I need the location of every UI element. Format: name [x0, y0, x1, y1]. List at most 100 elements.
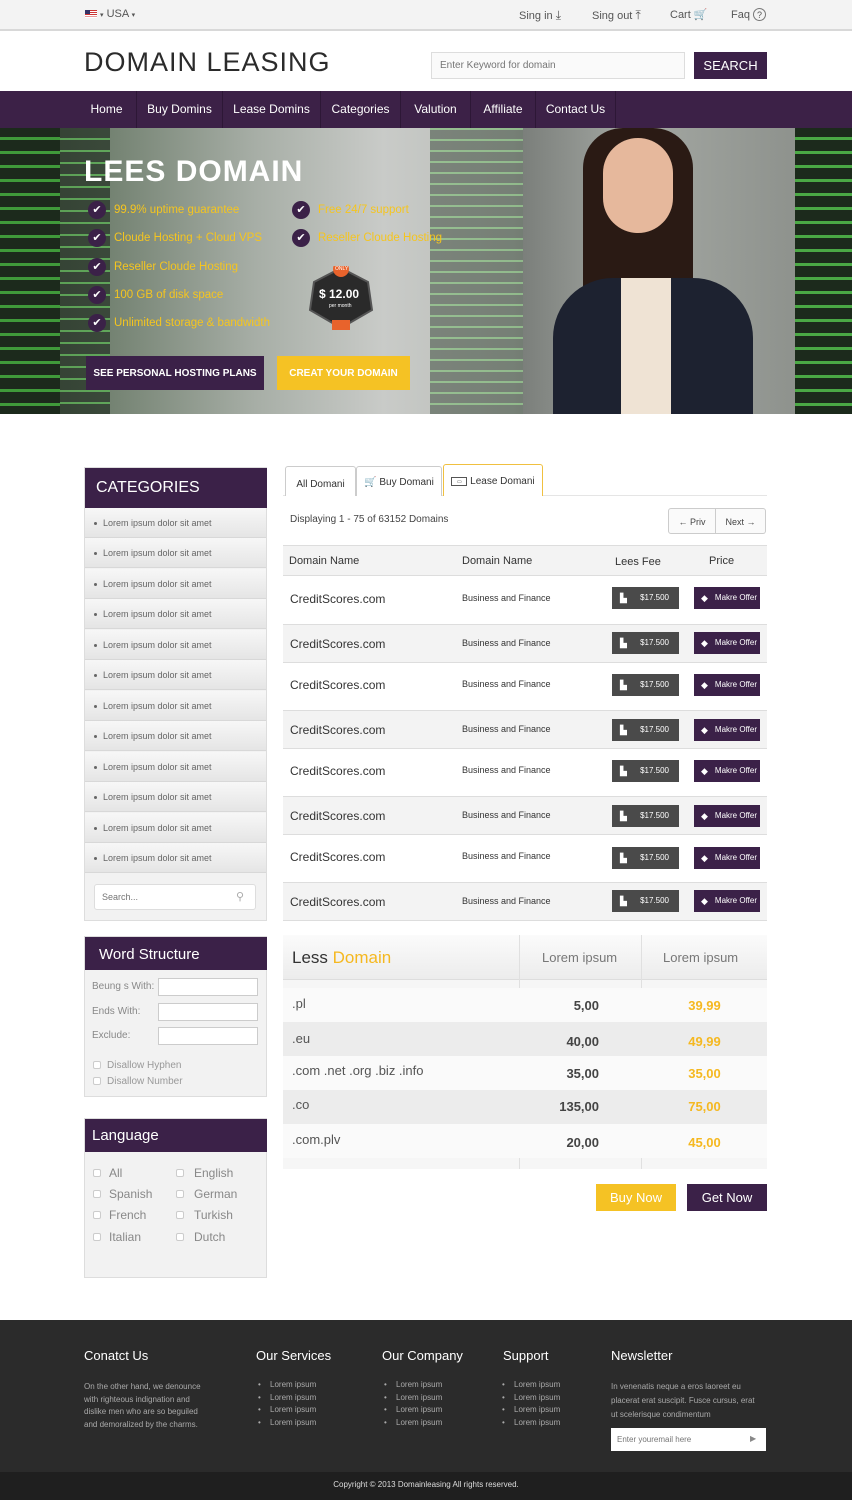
make-offer-button[interactable]: ◆ Makre Offer: [694, 587, 760, 609]
make-offer-button[interactable]: ◆ Makre Offer: [694, 674, 760, 696]
footer-link[interactable]: Lorem ipsum: [500, 1380, 560, 1389]
sign-in-link[interactable]: Sing in ⤓: [519, 8, 561, 23]
footer-link[interactable]: Lorem ipsum: [382, 1393, 442, 1402]
category-item[interactable]: Lorem ipsum dolor sit amet: [85, 569, 266, 599]
lang-checkbox-italian[interactable]: [93, 1233, 101, 1241]
disallow-number-checkbox[interactable]: [93, 1077, 101, 1085]
category-item[interactable]: Lorem ipsum dolor sit amet: [85, 508, 266, 538]
lease-fee-button[interactable]: ▙ $17.500: [612, 760, 679, 782]
tab-lease-domains[interactable]: ▭ Lease Domani: [443, 464, 543, 496]
domain-name[interactable]: CreditScores.com: [290, 592, 385, 606]
footer-link[interactable]: Lorem ipsum: [382, 1418, 442, 1427]
category-search-input[interactable]: [94, 884, 256, 910]
lease-fee-button[interactable]: ▙ $17.500: [612, 890, 679, 912]
nav-lease-domains[interactable]: Lease Domins: [223, 91, 321, 128]
lang-checkbox-turkish[interactable]: [176, 1211, 184, 1219]
nav-contact-us[interactable]: Contact Us: [536, 91, 616, 128]
ends-with-input[interactable]: [158, 1003, 258, 1021]
disallow-hyphen-checkbox[interactable]: [93, 1061, 101, 1069]
lease-fee-button[interactable]: ▙ $17.500: [612, 632, 679, 654]
lease-fee-button[interactable]: ▙ $17.500: [612, 847, 679, 869]
sign-out-link[interactable]: Sing out ⤒: [592, 8, 641, 23]
prev-button[interactable]: ← Priv: [668, 508, 716, 534]
lease-fee-button[interactable]: ▙ $17.500: [612, 719, 679, 741]
category-item[interactable]: Lorem ipsum dolor sit amet: [85, 752, 266, 782]
server-icon: ▙: [620, 638, 627, 648]
lease-fee-button[interactable]: ▙ $17.500: [612, 587, 679, 609]
footer-link[interactable]: Lorem ipsum: [382, 1405, 442, 1414]
submit-arrow-icon[interactable]: ▶: [750, 1434, 756, 1443]
search-button[interactable]: SEARCH: [694, 52, 767, 79]
lease-fee-button[interactable]: ▙ $17.500: [612, 674, 679, 696]
nav-home[interactable]: Home: [77, 91, 137, 128]
lang-checkbox-dutch[interactable]: [176, 1233, 184, 1241]
lang-checkbox-all[interactable]: [93, 1169, 101, 1177]
make-offer-button[interactable]: ◆ Makre Offer: [694, 719, 760, 741]
domain-name[interactable]: CreditScores.com: [290, 678, 385, 692]
nav-buy-domains[interactable]: Buy Domins: [137, 91, 223, 128]
category-item[interactable]: Lorem ipsum dolor sit amet: [85, 721, 266, 751]
price-value: 40,00: [566, 1034, 599, 1049]
category-item[interactable]: Lorem ipsum dolor sit amet: [85, 843, 266, 873]
next-button[interactable]: Next →: [716, 508, 766, 534]
see-hosting-plans-button[interactable]: SEE PERSONAL HOSTING PLANS: [86, 356, 264, 390]
domain-name[interactable]: CreditScores.com: [290, 637, 385, 651]
lease-icon: ▭: [451, 476, 468, 486]
buy-now-button[interactable]: Buy Now: [596, 1184, 676, 1211]
footer-link[interactable]: Lorem ipsum: [256, 1418, 316, 1427]
category-item[interactable]: Lorem ipsum dolor sit amet: [85, 813, 266, 843]
lang-label: Spanish: [109, 1187, 153, 1201]
make-offer-button[interactable]: ◆ Makre Offer: [694, 847, 760, 869]
tag-icon: ◆: [701, 896, 708, 906]
site-logo[interactable]: DOMAIN LEASING: [84, 47, 331, 78]
create-domain-button[interactable]: CREAT YOUR DOMAIN: [277, 356, 410, 390]
make-offer-button[interactable]: ◆ Makre Offer: [694, 632, 760, 654]
tab-all-domains[interactable]: All Domani: [285, 466, 356, 496]
footer-link[interactable]: Lorem ipsum: [500, 1405, 560, 1414]
category-item[interactable]: Lorem ipsum dolor sit amet: [85, 782, 266, 812]
begins-with-input[interactable]: [158, 978, 258, 996]
domain-name[interactable]: CreditScores.com: [290, 895, 385, 909]
footer-link[interactable]: Lorem ipsum: [500, 1393, 560, 1402]
lang-checkbox-french[interactable]: [93, 1211, 101, 1219]
lang-checkbox-english[interactable]: [176, 1169, 184, 1177]
footer-link[interactable]: Lorem ipsum: [382, 1380, 442, 1389]
price-value: 49,99: [688, 1034, 721, 1049]
make-offer-button[interactable]: ◆ Makre Offer: [694, 760, 760, 782]
domain-name[interactable]: CreditScores.com: [290, 809, 385, 823]
newsletter-email-input[interactable]: [611, 1428, 766, 1451]
footer-link[interactable]: Lorem ipsum: [256, 1405, 316, 1414]
word-structure-title: Word Structure: [85, 937, 267, 970]
category-item[interactable]: Lorem ipsum dolor sit amet: [85, 538, 266, 568]
make-offer-button[interactable]: ◆ Makre Offer: [694, 805, 760, 827]
faq-link[interactable]: Faq ?: [731, 8, 767, 21]
domain-name[interactable]: CreditScores.com: [290, 764, 385, 778]
exclude-input[interactable]: [158, 1027, 258, 1045]
category-item[interactable]: Lorem ipsum dolor sit amet: [85, 660, 266, 690]
nav-affiliate[interactable]: Affiliate: [471, 91, 536, 128]
get-now-button[interactable]: Get Now: [687, 1184, 767, 1211]
tag-icon: ◆: [701, 638, 708, 648]
category-item[interactable]: Lorem ipsum dolor sit amet: [85, 630, 266, 660]
search-icon[interactable]: ⚲: [236, 890, 244, 903]
feature-item: ✔ Reseller Cloude Hosting: [88, 258, 238, 276]
lang-label: French: [109, 1208, 147, 1222]
country-selector[interactable]: ▾ USA ▾: [100, 8, 135, 20]
footer-link[interactable]: Lorem ipsum: [500, 1418, 560, 1427]
domain-name[interactable]: CreditScores.com: [290, 723, 385, 737]
make-offer-button[interactable]: ◆ Makre Offer: [694, 890, 760, 912]
nav-categories[interactable]: Categories: [321, 91, 401, 128]
cart-link[interactable]: Cart 🛒: [670, 8, 708, 21]
footer-link[interactable]: Lorem ipsum: [256, 1380, 316, 1389]
lease-fee-button[interactable]: ▙ $17.500: [612, 805, 679, 827]
nav-valuation[interactable]: Valution: [401, 91, 471, 128]
category-item[interactable]: Lorem ipsum dolor sit amet: [85, 599, 266, 629]
domain-search-input[interactable]: [431, 52, 685, 79]
domain-category: Business and Finance: [462, 851, 551, 861]
lang-checkbox-german[interactable]: [176, 1190, 184, 1198]
domain-name[interactable]: CreditScores.com: [290, 850, 385, 864]
category-item[interactable]: Lorem ipsum dolor sit amet: [85, 691, 266, 721]
footer-link[interactable]: Lorem ipsum: [256, 1393, 316, 1402]
tab-buy-domains[interactable]: 🛒 Buy Domani: [356, 466, 442, 496]
lang-checkbox-spanish[interactable]: [93, 1190, 101, 1198]
